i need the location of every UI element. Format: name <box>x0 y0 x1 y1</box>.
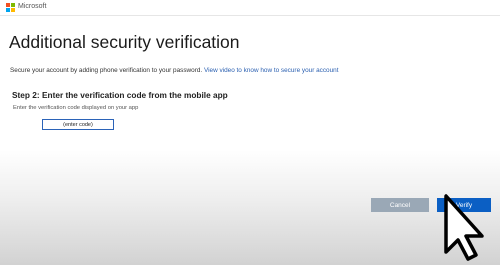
cancel-button[interactable]: Cancel <box>371 198 429 212</box>
microsoft-logo-icon <box>6 3 15 12</box>
mouse-pointer-icon <box>444 194 484 261</box>
page-description: Secure your account by adding phone veri… <box>10 66 338 75</box>
verification-code-input[interactable] <box>42 119 114 130</box>
logo-square-yellow <box>11 8 15 12</box>
step-heading: Step 2: Enter the verification code from… <box>12 90 228 100</box>
logo-square-red <box>6 3 10 7</box>
brand-name: Microsoft <box>18 3 47 10</box>
step-instruction: Enter the verification code displayed on… <box>13 105 139 111</box>
logo-square-blue <box>6 8 10 12</box>
video-link[interactable]: View video to know how to secure your ac… <box>204 67 339 74</box>
page-title: Additional security verification <box>9 32 240 52</box>
description-text: Secure your account by adding phone veri… <box>10 67 203 74</box>
logo-square-green <box>11 3 15 7</box>
top-bar: Microsoft <box>0 0 500 16</box>
